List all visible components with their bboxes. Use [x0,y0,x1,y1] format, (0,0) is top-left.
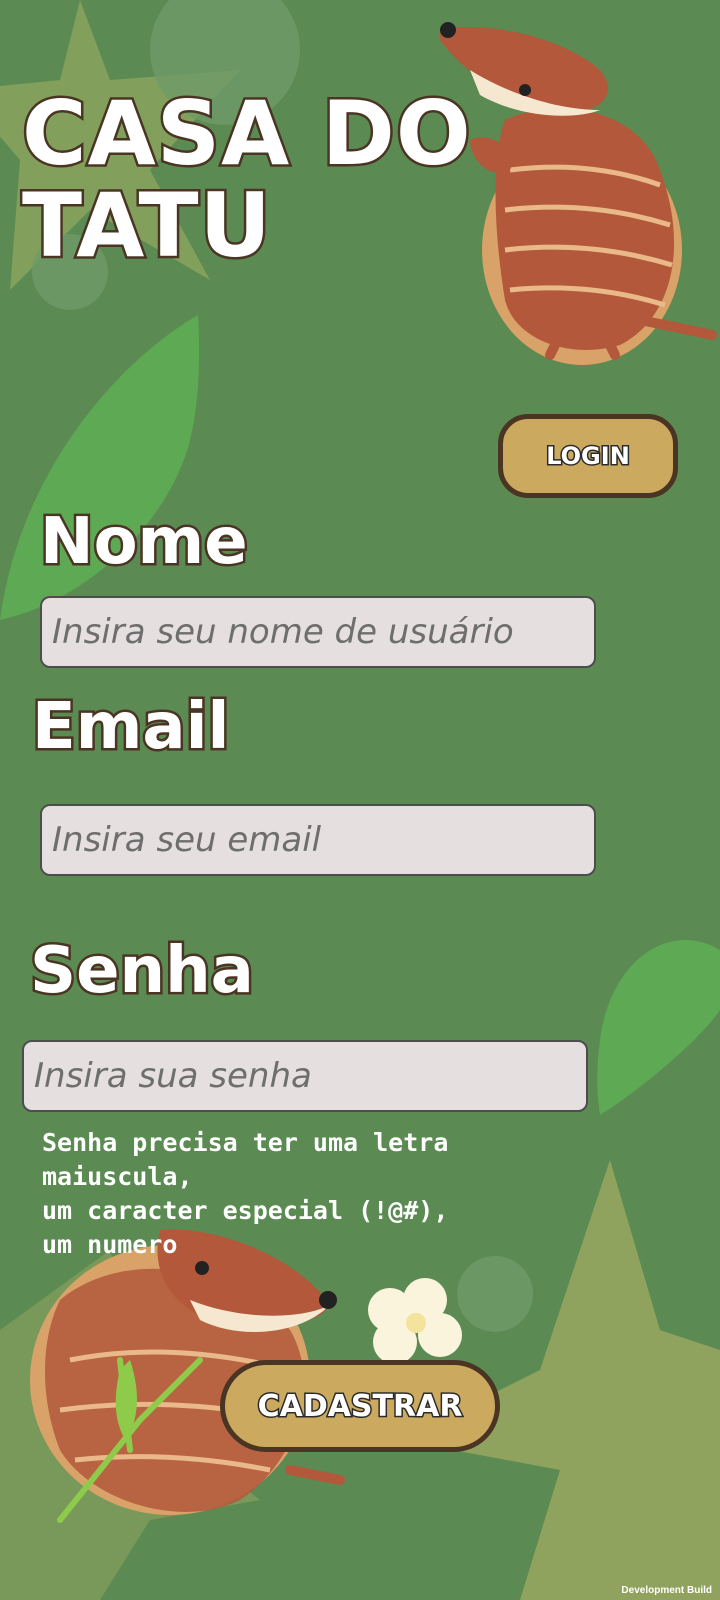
password-input[interactable] [22,1040,588,1112]
email-input[interactable] [40,804,596,876]
register-button-label: CADASTRAR [256,1387,464,1425]
register-button[interactable]: CADASTRAR [220,1360,500,1452]
app-title: CASA DO TATU [20,82,474,277]
development-build-label: Development Build [621,1585,712,1596]
name-label: Nome [38,503,251,582]
password-hint: Senha precisa ter uma letra maiuscula, u… [42,1128,449,1259]
email-label: Email [29,688,231,767]
name-input[interactable] [40,596,596,668]
login-button[interactable]: LOGIN [498,414,678,498]
password-label: Senha [28,932,257,1011]
app-title-line1: CASA DO [20,82,474,185]
app-title-line2: TATU [20,174,274,277]
login-button-label: LOGIN [545,441,632,472]
